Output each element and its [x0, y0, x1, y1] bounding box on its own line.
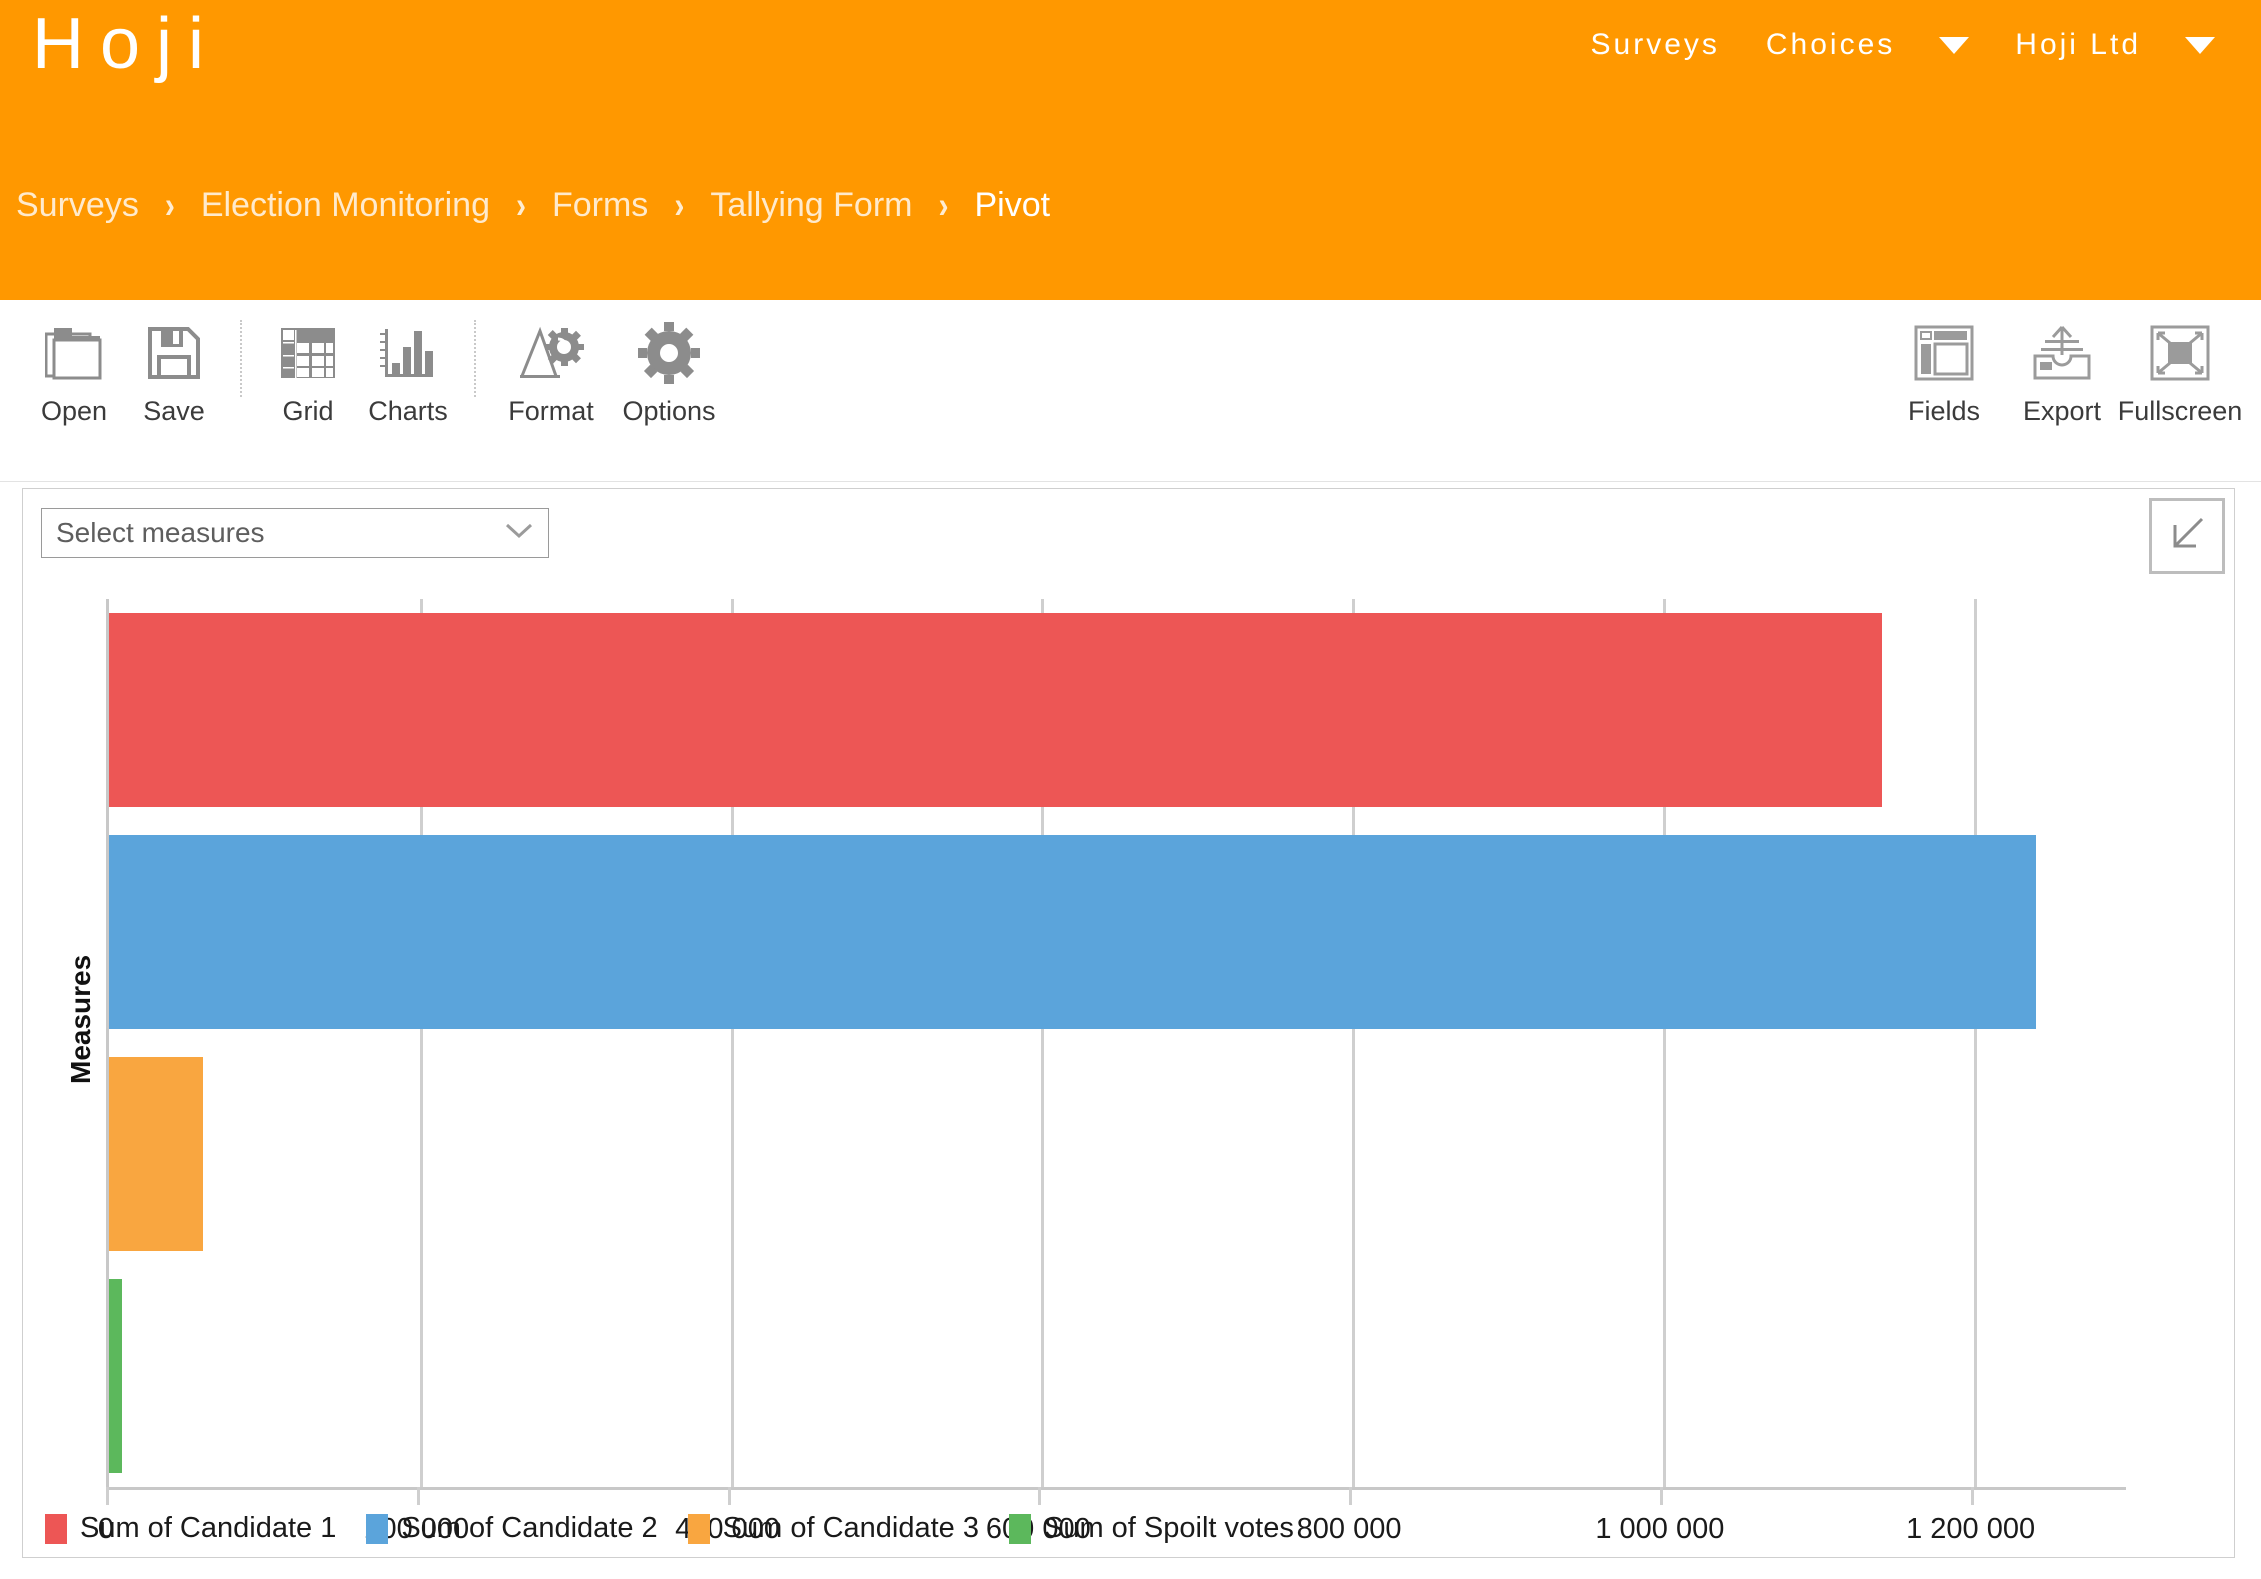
legend-swatch [366, 1513, 389, 1544]
measure-select[interactable]: Select measures [41, 508, 549, 558]
chart-x-tick [106, 1487, 109, 1505]
toolbar: Open Save Grid Charts Format Options Fie… [0, 300, 2261, 482]
legend-item[interactable]: Sum of Candidate 2 [366, 1512, 658, 1545]
chart-x-tick [1349, 1487, 1353, 1505]
breadcrumb-item-election-monitoring[interactable]: Election Monitoring [201, 186, 490, 225]
toolbar-divider [240, 320, 242, 397]
export-button[interactable]: Export [2003, 314, 2121, 427]
breadcrumb-separator-icon: › [938, 184, 949, 226]
gear-icon [638, 322, 700, 384]
legend-label: Sum of Candidate 3 [722, 1512, 979, 1544]
chevron-down-icon[interactable] [1939, 36, 1970, 54]
legend-label: Sum of Candidate 2 [401, 1512, 658, 1544]
format-button[interactable]: Format [492, 314, 610, 427]
chart-x-tick [1038, 1487, 1042, 1505]
breadcrumb-separator-icon: › [674, 184, 685, 226]
nav-item-choices[interactable]: Choices [1766, 28, 1895, 62]
fullscreen-expand-icon [2150, 322, 2210, 384]
chart-x-tick-label: 1 200 000 [1906, 1513, 2036, 1545]
chevron-down-icon [504, 522, 534, 545]
breadcrumb-item-tallying-form[interactable]: Tallying Form [710, 186, 912, 225]
app-header: Hoji Surveys Choices Hoji Ltd Surveys › … [0, 0, 2261, 300]
format-button-label: Format [508, 396, 594, 426]
chart-x-tick [1970, 1487, 1974, 1505]
options-button-label: Options [622, 396, 716, 426]
legend-swatch [45, 1513, 67, 1544]
breadcrumb-separator-icon: › [515, 184, 526, 226]
fullscreen-button[interactable]: Fullscreen [2118, 314, 2242, 427]
folder-open-icon [45, 322, 103, 384]
legend-swatch [1008, 1513, 1031, 1544]
export-button-label: Export [2022, 396, 2102, 426]
app-logo[interactable]: Hoji [32, 4, 220, 84]
floppy-disk-icon [147, 322, 201, 384]
toolbar-left-group: Open Save Grid Charts Format Options [24, 314, 728, 427]
fields-button[interactable]: Fields [1885, 314, 2003, 427]
bar-chart: Measures 0 200 000 400 000 600 000 800 000 1 … [23, 575, 2236, 1559]
pivot-chart-panel: Select measures Measures 0 200 000 400 000… [22, 488, 2235, 1558]
breadcrumb-item-pivot[interactable]: Pivot [974, 186, 1050, 225]
fields-button-label: Fields [1907, 396, 1981, 426]
chart-x-tick [1659, 1487, 1663, 1505]
chart-gridline [1973, 599, 1977, 1487]
arrow-down-left-icon [2166, 513, 2208, 560]
legend-label: Sum of Spoilt votes [1043, 1512, 1294, 1544]
chart-bar[interactable] [109, 613, 1882, 807]
legend-swatch [687, 1513, 710, 1544]
grid-table-icon [279, 322, 337, 384]
chart-x-tick [727, 1487, 731, 1505]
chart-plot-area [106, 599, 2126, 1487]
legend-label: Sum of Candidate 1 [80, 1512, 337, 1544]
chart-y-axis-label: Measures [65, 954, 96, 1084]
export-upload-icon [2031, 322, 2093, 384]
charts-button-label: Charts [368, 396, 448, 426]
top-navigation: Surveys Choices Hoji Ltd [1545, 28, 2215, 62]
options-button[interactable]: Options [610, 314, 728, 427]
chart-bar[interactable] [109, 835, 2036, 1029]
save-button-label: Save [143, 396, 205, 426]
chart-x-tick-label: 1 000 000 [1595, 1513, 1725, 1545]
fullscreen-button-label: Fullscreen [2117, 396, 2243, 426]
chart-x-tick [416, 1487, 420, 1505]
open-button[interactable]: Open [24, 314, 124, 427]
chart-bar[interactable] [109, 1057, 203, 1251]
collapse-chart-button[interactable] [2149, 498, 2225, 574]
nav-item-surveys[interactable]: Surveys [1591, 28, 1720, 62]
breadcrumb-item-surveys[interactable]: Surveys [16, 186, 139, 225]
legend-item[interactable]: Sum of Candidate 3 [687, 1512, 979, 1545]
chart-legend: Sum of Candidate 1 Sum of Candidate 2 Sum … [45, 1512, 1324, 1545]
nav-item-account[interactable]: Hoji Ltd [2015, 28, 2141, 62]
format-text-icon [518, 322, 584, 384]
breadcrumb-item-forms[interactable]: Forms [552, 186, 648, 225]
legend-item[interactable]: Sum of Candidate 1 [45, 1512, 336, 1545]
legend-item[interactable]: Sum of Spoilt votes [1008, 1512, 1294, 1545]
grid-button[interactable]: Grid [258, 314, 358, 427]
charts-button[interactable]: Charts [358, 314, 458, 427]
toolbar-right-group: Fields Export Fullscreen [1885, 314, 2242, 427]
breadcrumb-separator-icon: › [164, 184, 175, 226]
chart-x-axis: 0 200 000 400 000 600 000 800 000 1 000 000 1 … [98, 1487, 2126, 1545]
open-button-label: Open [40, 396, 108, 426]
chart-bar[interactable] [109, 1279, 123, 1473]
breadcrumb: Surveys › Election Monitoring › Forms › … [16, 184, 1050, 226]
save-button[interactable]: Save [124, 314, 224, 427]
fields-panel-icon [1914, 322, 1974, 384]
chevron-down-icon[interactable] [2185, 36, 2215, 54]
measure-select-value: Select measures [56, 517, 265, 548]
grid-button-label: Grid [282, 396, 334, 426]
bar-chart-icon [380, 322, 436, 384]
toolbar-divider [474, 320, 476, 397]
